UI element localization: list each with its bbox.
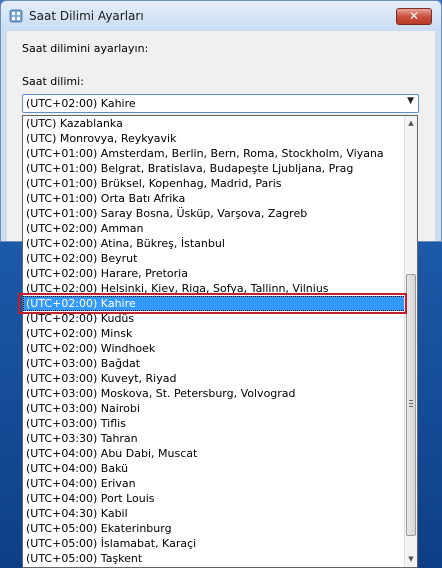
timezone-option[interactable]: (UTC+03:00) Moskova, St. Petersburg, Vol… [23, 386, 406, 401]
grip-line [409, 406, 413, 407]
timezone-option[interactable]: (UTC+02:00) Amman [23, 221, 406, 236]
timezone-option[interactable]: (UTC+02:00) Beyrut [23, 251, 406, 266]
timezone-option[interactable]: (UTC+04:00) Erivan [23, 476, 406, 491]
timezone-option[interactable]: (UTC+03:30) Tahran [23, 431, 406, 446]
timezone-option[interactable]: (UTC+02:00) Helsinki, Kiev, Riga, Sofya,… [23, 281, 406, 296]
timezone-option[interactable]: (UTC) Kazablanka [23, 116, 406, 131]
timezone-select[interactable]: (UTC+02:00) Kahire ▼ [22, 94, 419, 113]
timezone-option[interactable]: (UTC+02:00) Kahire [23, 296, 406, 311]
scroll-down-button[interactable]: ▼ [405, 552, 417, 567]
timezone-label: Saat dilimi: [22, 75, 84, 88]
timezone-option[interactable]: (UTC+01:00) Orta Batı Afrika [23, 191, 406, 206]
timezone-option[interactable]: (UTC+02:00) Kudüs [23, 311, 406, 326]
scroll-up-button[interactable]: ▲ [405, 116, 417, 131]
timezone-select-value: (UTC+02:00) Kahire [26, 97, 136, 110]
timezone-option[interactable]: (UTC+01:00) Brüksel, Kopenhag, Madrid, P… [23, 176, 406, 191]
timezone-dropdown-list[interactable]: (UTC) Kazablanka (UTC) Monrovya, Reykyavi… [22, 115, 418, 568]
window-title: Saat Dilimi Ayarları [29, 9, 144, 23]
timezone-option[interactable]: (UTC+01:00) Belgrat, Bratislava, Budapeş… [23, 161, 406, 176]
timezone-option[interactable]: (UTC+02:00) Windhoek [23, 341, 406, 356]
timezone-option[interactable]: (UTC+02:00) Minsk [23, 326, 406, 341]
grip-line [409, 400, 413, 401]
timezone-options: (UTC) Kazablanka (UTC) Monrovya, Reykyavi… [23, 116, 406, 566]
instruction-text: Saat dilimini ayarlayın: [22, 42, 149, 55]
timezone-option[interactable]: (UTC+05:00) Taşkent [23, 551, 406, 566]
timezone-option[interactable]: (UTC+03:00) Kuveyt, Riyad [23, 371, 406, 386]
timezone-option[interactable]: (UTC+03:00) Nairobi [23, 401, 406, 416]
timezone-option[interactable]: (UTC+02:00) Atina, Bükreş, İstanbul [23, 236, 406, 251]
grip-line [409, 403, 413, 404]
scroll-thumb[interactable] [406, 274, 416, 536]
chevron-down-icon[interactable]: ▼ [407, 96, 414, 106]
timezone-option[interactable]: (UTC+04:30) Kabil [23, 506, 406, 521]
close-icon: ✕ [408, 9, 420, 23]
timezone-option[interactable]: (UTC+04:00) Bakü [23, 461, 406, 476]
clock-app-icon [9, 9, 23, 23]
timezone-option[interactable]: (UTC+03:00) Bağdat [23, 356, 406, 371]
title-bar[interactable]: Saat Dilimi Ayarları ✕ [1, 1, 441, 31]
timezone-option[interactable]: (UTC+03:00) Tiflis [23, 416, 406, 431]
timezone-option[interactable]: (UTC+02:00) Harare, Pretoria [23, 266, 406, 281]
timezone-option[interactable]: (UTC+04:00) Abu Dabi, Muscat [23, 446, 406, 461]
timezone-option[interactable]: (UTC+01:00) Amsterdam, Berlin, Bern, Rom… [23, 146, 406, 161]
timezone-option[interactable]: (UTC+05:00) Ekaterinburg [23, 521, 406, 536]
timezone-option[interactable]: (UTC) Monrovya, Reykyavik [23, 131, 406, 146]
timezone-option[interactable]: (UTC+05:00) İslamabat, Karaçi [23, 536, 406, 551]
timezone-option[interactable]: (UTC+04:00) Port Louis [23, 491, 406, 506]
timezone-option[interactable]: (UTC+01:00) Saray Bosna, Üsküp, Varşova,… [23, 206, 406, 221]
close-button[interactable]: ✕ [396, 8, 432, 25]
scrollbar[interactable]: ▲ ▼ [404, 116, 417, 567]
